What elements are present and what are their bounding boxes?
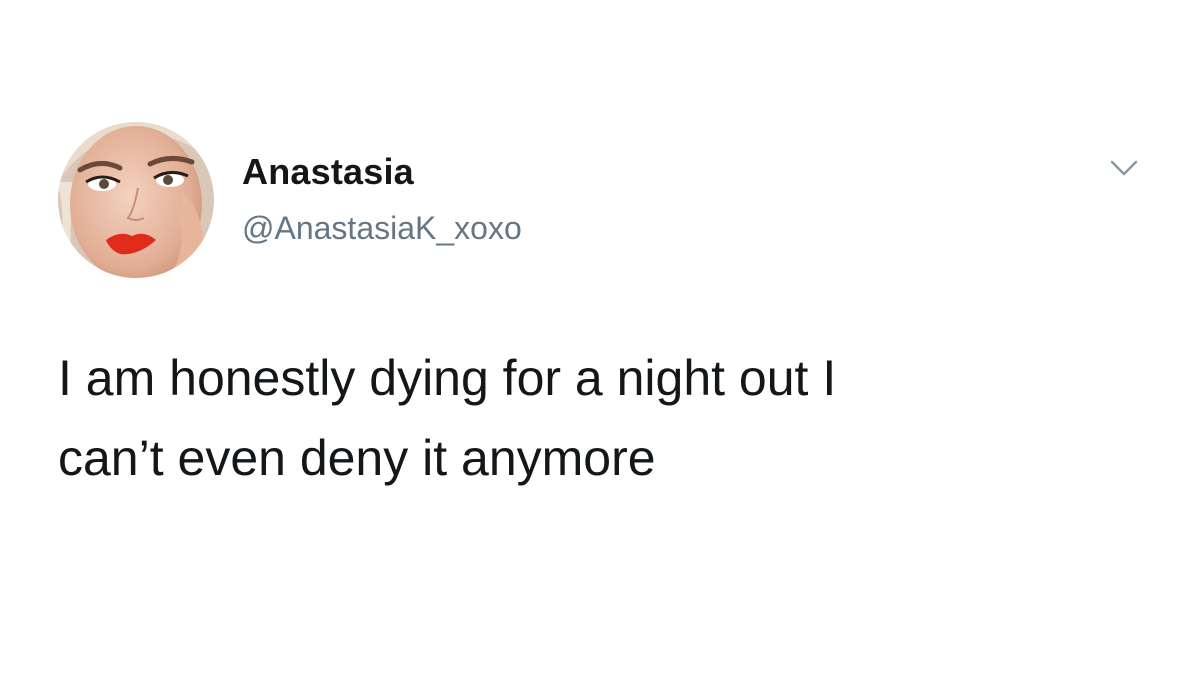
tweet-card: Anastasia @AnastasiaK_xoxo I am honestly… — [0, 0, 1200, 675]
profile-photo-icon — [58, 122, 214, 278]
chevron-down-icon[interactable] — [1106, 154, 1142, 182]
tweet-text-line-2: can’t even deny it anymore — [58, 430, 656, 486]
tweet-text: I am honestly dying for a night out I ca… — [58, 338, 1138, 498]
author-handle[interactable]: @AnastasiaK_xoxo — [242, 208, 522, 248]
avatar[interactable] — [58, 122, 214, 278]
tweet-text-line-1: I am honestly dying for a night out I — [58, 350, 837, 406]
author-display-name[interactable]: Anastasia — [242, 150, 414, 194]
